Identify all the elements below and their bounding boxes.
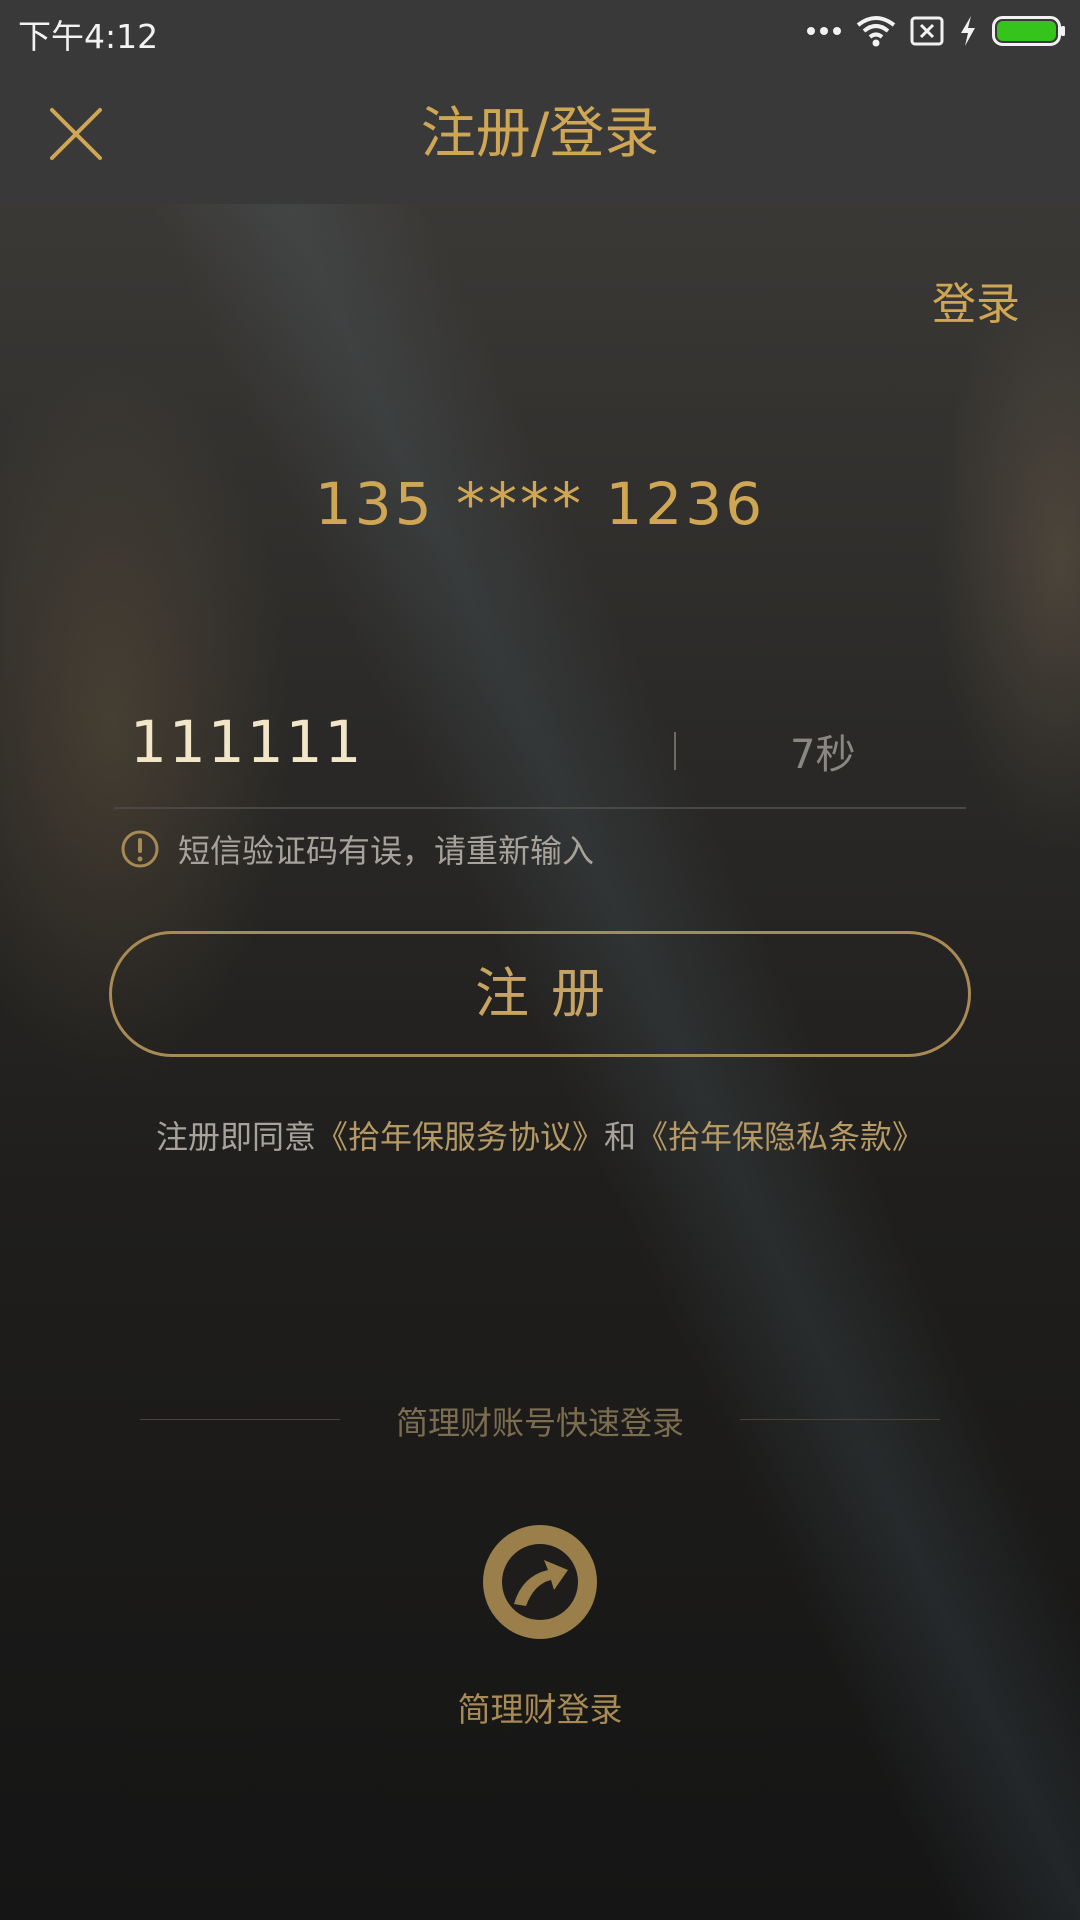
quick-login-divider: 简理财账号快速登录 (140, 1398, 940, 1442)
no-sim-icon (910, 16, 944, 46)
alert-circle-icon (121, 830, 159, 868)
error-message: 短信验证码有误，请重新输入 (120, 826, 594, 872)
status-icons (806, 12, 1066, 50)
jianlicai-login-label[interactable]: 简理财登录 (0, 1683, 1080, 1731)
phone-number: 135 **** 1236 (314, 470, 766, 538)
agreement-and: 和 (604, 1118, 637, 1156)
more-icon (807, 27, 841, 35)
field-underline (114, 807, 966, 809)
page-title: 注册/登录 (420, 101, 660, 165)
jianlicai-arrow-icon[interactable] (482, 1524, 598, 1640)
status-bar: 下午4:12 (0, 0, 1080, 62)
service-agreement-link[interactable]: 《拾年保服务协议》 (316, 1118, 604, 1156)
field-divider (674, 732, 676, 770)
resend-countdown: 7秒 (790, 732, 856, 778)
verification-code-field[interactable]: 111111 7秒 (114, 700, 966, 808)
register-button[interactable]: 注册 (109, 931, 971, 1057)
status-time: 下午4:12 (18, 17, 159, 56)
login-link[interactable]: 登录 (932, 268, 1020, 332)
close-icon (50, 108, 102, 160)
battery-icon (992, 16, 1065, 46)
error-text: 短信验证码有误，请重新输入 (178, 832, 595, 870)
close-button[interactable] (44, 102, 108, 166)
agreement-text: 注册即同意《拾年保服务协议》和《拾年保隐私条款》 (0, 1112, 1080, 1158)
agreement-prefix: 注册即同意 (155, 1118, 316, 1156)
charging-icon (961, 16, 975, 46)
privacy-policy-link[interactable]: 《拾年保隐私条款》 (636, 1118, 924, 1156)
code-input-value[interactable]: 111111 (130, 708, 363, 776)
wifi-icon (856, 16, 896, 47)
quick-login-label: 简理财账号快速登录 (395, 1404, 684, 1442)
title-bar: 注册/登录 (0, 62, 1080, 204)
divider-line-right (740, 1419, 940, 1420)
